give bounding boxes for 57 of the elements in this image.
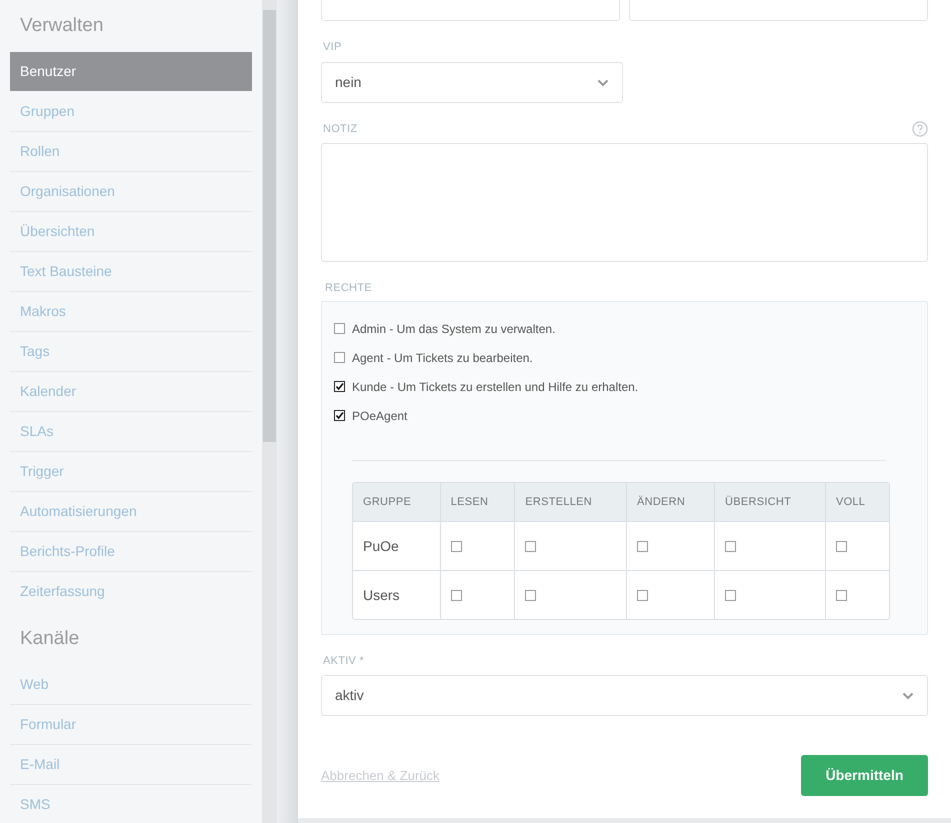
checkbox[interactable] — [334, 323, 345, 334]
column-header: ERSTELLEN — [514, 483, 626, 521]
checkbox[interactable] — [334, 352, 345, 363]
field-label: VIP — [323, 40, 343, 55]
nav-item[interactable]: Organisationen — [10, 172, 252, 211]
section-title: Kanäle — [19, 627, 80, 651]
field-label: RECHTE — [325, 281, 373, 296]
nav-item[interactable]: Benutzer — [10, 52, 252, 91]
role-label: Agent - Um Tickets zu bearbeiten. — [352, 350, 533, 366]
nav-item[interactable]: Gruppen — [10, 92, 252, 131]
checkbox[interactable] — [725, 590, 736, 600]
checkbox[interactable] — [725, 540, 736, 552]
nav-item[interactable]: Kalender — [10, 372, 252, 411]
checkbox[interactable] — [334, 410, 345, 421]
group-cell: PuOe — [353, 521, 440, 570]
field-label: NOTIZ — [323, 122, 358, 137]
checkbox[interactable] — [450, 540, 462, 552]
nav-item[interactable]: Berichts-Profile — [10, 532, 252, 571]
checkbox[interactable] — [525, 540, 536, 552]
checkbox[interactable] — [836, 540, 847, 552]
nav-item[interactable]: SMS — [10, 785, 252, 823]
nav-item[interactable]: Tags — [10, 332, 252, 371]
role-label: Kunde - Um Tickets zu erstellen und Hilfe zu erhalten. — [352, 378, 638, 396]
column-header: GRUPPE — [353, 483, 440, 521]
nav-item[interactable]: Übersichten — [10, 212, 252, 251]
help-icon[interactable] — [912, 121, 928, 137]
nav-item[interactable]: Automatisierungen — [10, 492, 252, 531]
checkbox[interactable] — [636, 590, 648, 600]
checkbox[interactable] — [836, 590, 847, 600]
nav-item[interactable]: E-Mail — [10, 745, 252, 784]
group-cell: Users — [353, 570, 440, 619]
select-field[interactable]: nein — [321, 62, 623, 103]
column-header: VOLL — [824, 483, 889, 521]
submit-button[interactable]: Übermitteln — [801, 755, 928, 796]
section-title: Verwalten — [19, 14, 104, 38]
role-label: Admin - Um das System zu verwalten. — [352, 320, 556, 338]
role-label: POeAgent — [352, 408, 408, 424]
checkbox[interactable] — [450, 590, 462, 600]
checkbox[interactable] — [525, 590, 536, 600]
nav-item[interactable]: Formular — [10, 705, 252, 744]
chevron-down-icon — [597, 78, 609, 86]
nav-item[interactable]: Rollen — [10, 132, 252, 171]
nav-item[interactable]: Makros — [10, 292, 252, 331]
select-field[interactable]: aktiv — [321, 675, 928, 716]
column-header: ÄNDERN — [626, 483, 714, 521]
nav-item[interactable]: Web — [10, 665, 252, 704]
nav-item[interactable]: Zeiterfassung — [10, 572, 252, 611]
field-label: AKTIV * — [323, 654, 366, 669]
chevron-down-icon — [902, 692, 914, 700]
checkbox[interactable] — [334, 381, 345, 392]
scrollbar-thumb[interactable] — [263, 10, 276, 442]
column-header: LESEN — [440, 483, 514, 521]
nav-item[interactable]: Trigger — [10, 452, 252, 491]
checkbox[interactable] — [636, 540, 648, 552]
nav-item[interactable]: SLAs — [10, 412, 252, 451]
column-header: ÜBERSICHT — [714, 483, 825, 521]
nav-item[interactable]: Text Bausteine — [10, 252, 252, 291]
